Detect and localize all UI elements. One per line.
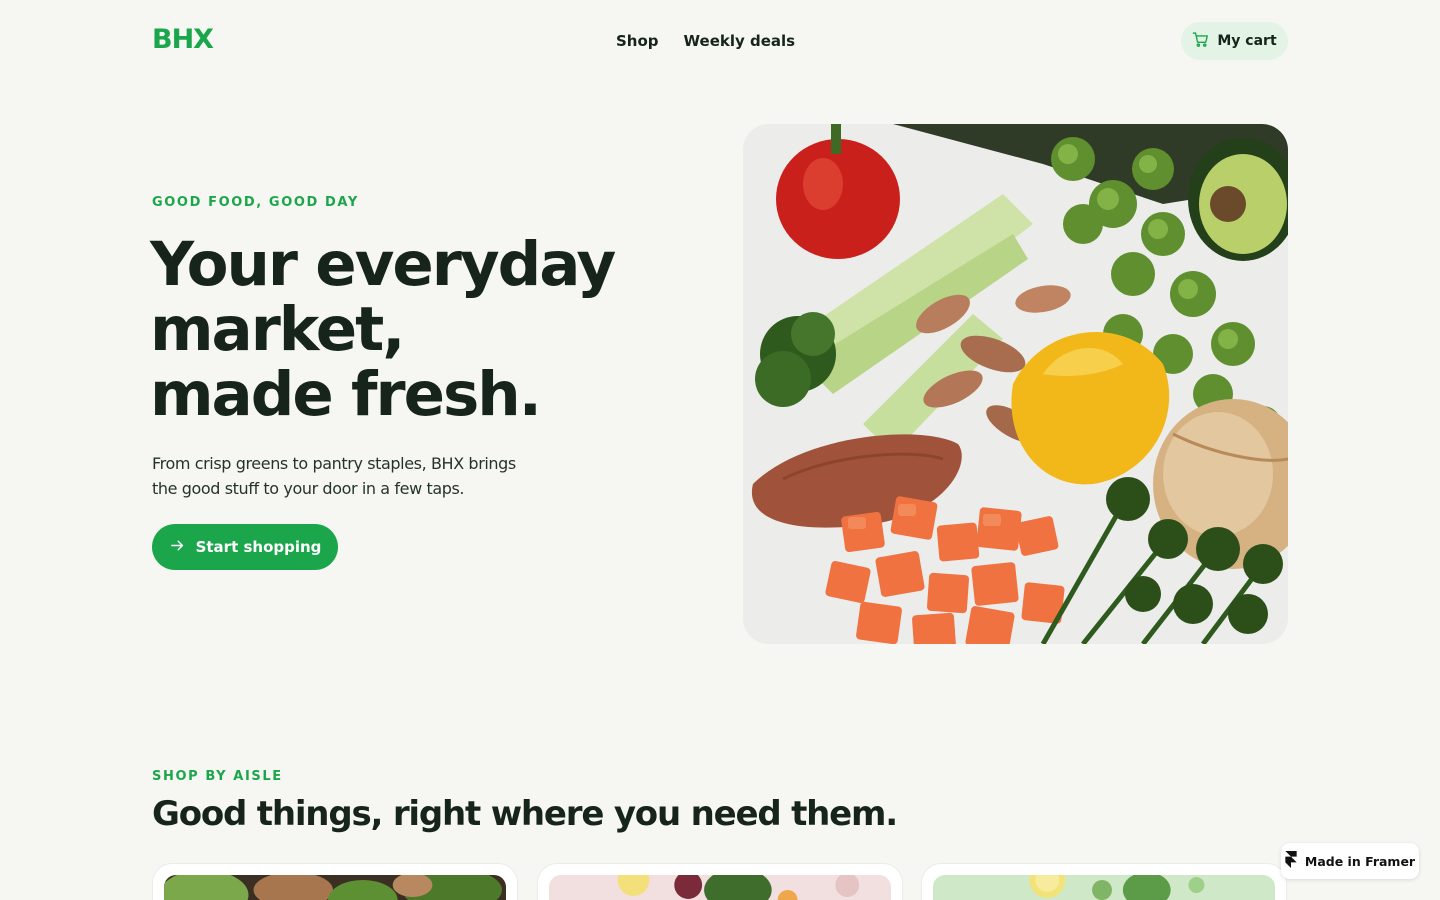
framer-logo-icon [1285,851,1297,871]
hero-title-line: made fresh. [150,359,542,430]
aisle-card[interactable] [921,863,1287,900]
aisle-card[interactable] [537,863,903,900]
hero-image [743,124,1288,644]
made-in-framer-badge[interactable]: Made in Framer [1281,843,1419,879]
aisle-section-title: Good things, right where you need them. [152,794,898,834]
brand-logo[interactable]: BHX [152,24,214,56]
nav-link-shop[interactable]: Shop [616,30,659,52]
hero-title: Your everyday market, made fresh. [150,232,670,427]
my-cart-label: My cart [1217,33,1277,49]
hero-subtitle-line: the good stuff to your door in a few tap… [152,479,465,498]
main-nav: Shop Weekly deals [616,30,795,52]
cart-icon [1192,31,1209,52]
aisle-eyebrow: SHOP BY AISLE [152,769,283,784]
arrow-right-icon [169,537,186,558]
nav-link-weekly-deals[interactable]: Weekly deals [684,30,796,52]
hero-subtitle: From crisp greens to pantry staples, BHX… [152,451,532,501]
aisle-card-image [933,875,1275,900]
start-shopping-button[interactable]: Start shopping [152,524,338,570]
hero-subtitle-line: From crisp greens to pantry staples, BHX… [152,454,516,473]
hero-title-line: Your everyday [150,229,616,300]
start-shopping-label: Start shopping [195,538,322,556]
aisle-card-image [164,875,506,900]
made-in-framer-label: Made in Framer [1304,853,1416,869]
hero-eyebrow: GOOD FOOD, GOOD DAY [152,195,359,210]
aisle-card-image [549,875,891,900]
my-cart-button[interactable]: My cart [1181,22,1288,60]
hero-title-line: market, [150,294,405,365]
page: BHX Shop Weekly deals My cart GOOD FOOD,… [0,0,1440,900]
aisle-card[interactable] [152,863,518,900]
